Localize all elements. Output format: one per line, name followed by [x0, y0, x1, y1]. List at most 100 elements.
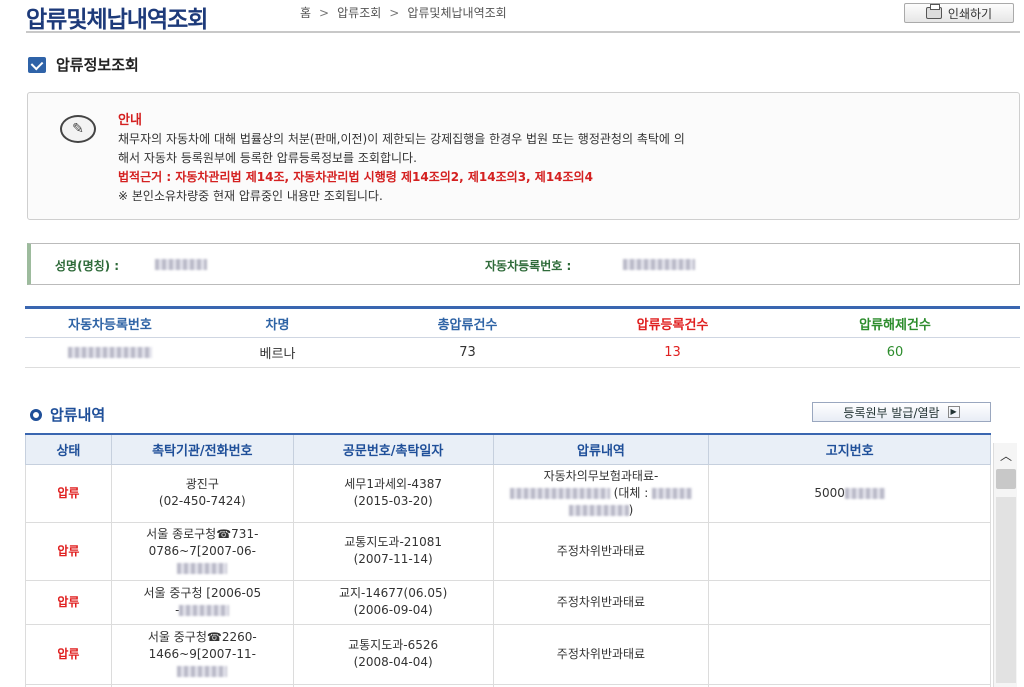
summary-header: 차명	[195, 306, 360, 338]
scrollbar-thumb[interactable]	[996, 469, 1016, 489]
notice-body: 안내 채무자의 자동차에 대해 법률상의 처분(판매,이전)이 제한되는 강제집…	[118, 111, 998, 206]
circle-bullet-icon	[30, 408, 42, 421]
table-row[interactable]: 압류 광진구 (02-450-7424) 세무1과세외-4387 (2015-0…	[25, 463, 991, 523]
printer-icon	[925, 4, 942, 19]
document-date: (2008-04-04)	[353, 655, 433, 669]
agency-cell: 서울 중구청☎2260- 1466~9[2007-11-	[110, 623, 294, 685]
summary-registration	[25, 337, 195, 368]
agency-name: 서울 중구청☎2260-	[147, 629, 257, 644]
list-header: 압류내역	[30, 404, 105, 425]
detail-cell: 주정차위반과태료	[492, 521, 710, 581]
document-number: 교통지도과-6526	[348, 638, 439, 652]
agency-cell: 서울 종로구청☎731- 0786~7[2007-06-	[110, 521, 294, 581]
vertical-scrollbar[interactable]: ︿	[993, 443, 1017, 687]
owner-info-box: 성명(명칭) : 자동차등록번호 :	[27, 243, 1020, 285]
detail-substitute-label: (대체 :	[613, 485, 649, 500]
registration-value	[623, 257, 695, 271]
document-number: 교통지도과-21081	[344, 535, 442, 549]
agency-redacted	[116, 663, 289, 680]
document-cell: 교지-14677(06.05) (2006-09-04)	[292, 579, 494, 625]
status-cell: 압류	[25, 579, 112, 625]
summary-header: 자동차등록번호	[25, 306, 195, 338]
summary-total: 73	[360, 337, 575, 368]
agency-name: 서울 중구청 [2006-05	[143, 586, 262, 600]
summary-header: 총압류건수	[360, 306, 575, 338]
summary-header: 압류등록건수	[575, 306, 770, 338]
page-title: 압류및체납내역조회	[26, 7, 208, 33]
register-issue-label: 등록원부 발급/열람	[843, 405, 940, 420]
breadcrumb-home[interactable]: 홈	[300, 4, 311, 21]
print-label: 인쇄하기	[947, 6, 993, 21]
detail-cell: 주정차위반과태료	[492, 623, 710, 685]
summary-header: 압류해제건수	[770, 306, 1020, 338]
notice-number-cell	[708, 623, 991, 685]
status-cell: 압류	[25, 623, 112, 685]
detail-substitute: (대체 :	[498, 485, 705, 502]
table-row[interactable]: 압류 서울 중구청 [2006-05 - 교지-14677(06.05) (20…	[25, 579, 991, 625]
section-header: 압류정보조회	[28, 54, 139, 75]
register-issue-button[interactable]: 등록원부 발급/열람 ▶	[812, 402, 991, 422]
table-row[interactable]: 압류 서울 중구청☎2260- 1466~9[2007-11- 교통지도과-65…	[25, 623, 991, 685]
breadcrumb: 홈 > 압류조회 > 압류및체납내역조회	[300, 4, 507, 21]
breadcrumb-separator: >	[319, 5, 330, 20]
detail-redacted: )	[498, 502, 705, 519]
table-row[interactable]: 압류 서울 종로구청☎731- 0786~7[2007-06- 교통지도과-21…	[25, 521, 991, 581]
checkbox-icon	[28, 56, 46, 73]
list-title: 압류내역	[50, 406, 106, 424]
document-date: (2015-03-20)	[353, 494, 433, 508]
document-date: (2007-11-14)	[353, 552, 433, 566]
column-header: 공문번호/촉탁일자	[292, 433, 494, 465]
summary-released: 60	[770, 337, 1020, 368]
notice-note: ※ 본인소유차량중 현재 압류중인 내용만 조회됩니다.	[118, 189, 383, 203]
agency-name: 서울 종로구청☎731-	[146, 526, 259, 541]
status-cell: 압류	[25, 463, 112, 523]
notice-number-cell: 5000	[708, 463, 991, 523]
chevron-up-icon[interactable]: ︿	[998, 447, 1014, 463]
document-number: 교지-14677(06.05)	[338, 586, 448, 600]
document-date: (2006-09-04)	[353, 603, 433, 617]
notice-law: 법적근거 : 자동차관리법 제14조, 자동차관리법 시행령 제14조의2, 제…	[118, 170, 593, 184]
column-header: 촉탁기관/전화번호	[110, 433, 294, 465]
notice-number-cell	[708, 579, 991, 625]
breadcrumb-separator: >	[389, 5, 400, 20]
notice-line: 채무자의 자동차에 대해 법률상의 처분(판매,이전)이 제한되는 강제집행을 …	[118, 132, 685, 146]
detail-text: 자동차의무보험과태료-	[543, 468, 659, 483]
detail-cell: 주정차위반과태료	[492, 579, 710, 625]
notice-number: 5000	[814, 485, 845, 500]
document-cell: 교통지도과-6526 (2008-04-04)	[292, 623, 494, 685]
print-button[interactable]: 인쇄하기	[904, 3, 1014, 23]
scrollbar-track[interactable]	[996, 497, 1016, 683]
agency-redacted	[116, 560, 289, 577]
breadcrumb-current: 압류및체납내역조회	[407, 6, 507, 20]
notice-line: 해서 자동차 등록원부에 등록한 압류등록정보를 조회합니다.	[118, 151, 417, 165]
summary-car-name: 베르나	[195, 337, 360, 368]
section-title: 압류정보조회	[56, 56, 139, 74]
document-cell: 세무1과세외-4387 (2015-03-20)	[292, 463, 494, 523]
notice-number-cell	[708, 521, 991, 581]
notice-box: ✎ 안내 채무자의 자동차에 대해 법률상의 처분(판매,이전)이 제한되는 강…	[27, 92, 1020, 220]
owner-name-label: 성명(명칭) :	[55, 259, 120, 273]
breadcrumb-seizure[interactable]: 압류조회	[337, 4, 381, 21]
agency-phone: (02-450-7424)	[158, 494, 246, 508]
title-divider	[26, 31, 1020, 33]
agency-name: 광진구	[185, 477, 219, 491]
registration-label: 자동차등록번호 :	[485, 259, 572, 273]
agency-cell: 서울 중구청 [2006-05 -	[110, 579, 294, 625]
summary-table: 자동차등록번호 차명 총압류건수 압류등록건수 압류해제건수 베르나 73 13…	[25, 306, 1020, 368]
notice-title: 안내	[118, 113, 142, 128]
column-header: 고지번호	[708, 433, 991, 465]
summary-row: 베르나 73 13 60	[25, 337, 1020, 368]
agency-phone: 0786~7[2007-06-	[148, 543, 256, 558]
status-cell: 압류	[25, 521, 112, 581]
agency-cell: 광진구 (02-450-7424)	[110, 463, 294, 523]
document-number: 세무1과세외-4387	[344, 477, 442, 491]
column-header: 압류내역	[492, 433, 710, 465]
document-cell: 교통지도과-21081 (2007-11-14)	[292, 521, 494, 581]
agency-redacted: -	[116, 602, 289, 619]
seizure-table: 상태 촉탁기관/전화번호 공문번호/촉탁일자 압류내역 고지번호 압류 광진구 …	[25, 433, 991, 687]
summary-registered: 13	[575, 337, 770, 368]
arrow-right-icon: ▶	[947, 406, 960, 418]
agency-phone: 1466~9[2007-11-	[148, 646, 256, 661]
column-header: 상태	[25, 433, 112, 465]
owner-name-value	[155, 257, 207, 271]
